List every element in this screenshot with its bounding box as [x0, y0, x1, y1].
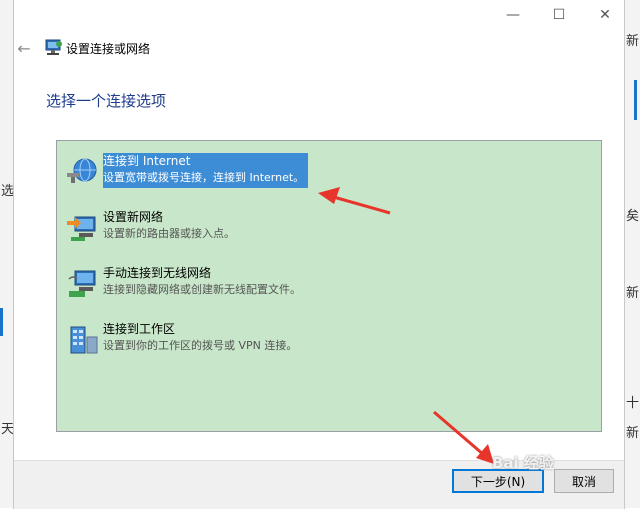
option-title: 连接到 Internet [103, 154, 191, 168]
option-text: 手动连接到无线网络 连接到隐藏网络或创建新无线配置文件。 [103, 265, 301, 298]
background-accent-bar [634, 80, 637, 120]
connection-options-list: 连接到 Internet 设置宽带或拨号连接，连接到 Internet。 设置新… [56, 140, 602, 432]
option-title: 设置新网络 [103, 210, 164, 224]
network-setup-icon [45, 39, 62, 55]
window-title: 设置连接或网络 [66, 42, 151, 56]
option-text: 设置新网络 设置新的路由器或接入点。 [103, 209, 235, 242]
router-setup-icon [67, 216, 96, 241]
workplace-building-icon [70, 326, 98, 354]
navigation-bar: ← 设置连接或网络 [14, 30, 624, 66]
option-description: 设置宽带或拨号连接，连接到 Internet。 [103, 171, 305, 184]
background-text: 十 [626, 396, 640, 411]
option-text: 连接到工作区 设置到你的工作区的拨号或 VPN 连接。 [103, 321, 297, 354]
option-description: 设置新的路由器或接入点。 [103, 227, 235, 240]
option-manual-wireless[interactable]: 手动连接到无线网络 连接到隐藏网络或创建新无线配置文件。 [61, 263, 581, 307]
watermark: Bai 经验 [492, 454, 554, 472]
background-text: 新 [626, 426, 640, 441]
page-heading: 选择一个连接选项 [46, 92, 167, 110]
back-arrow-icon[interactable]: ← [14, 38, 34, 58]
background-text: 选 [1, 184, 15, 199]
minimize-button[interactable]: — [490, 0, 536, 30]
option-description: 设置到你的工作区的拨号或 VPN 连接。 [103, 339, 298, 352]
background-selection-bar [0, 308, 3, 336]
maximize-button[interactable]: ☐ [536, 0, 582, 30]
wireless-computer-icon [68, 270, 96, 297]
option-title: 连接到工作区 [103, 322, 176, 336]
option-connect-workplace[interactable]: 连接到工作区 设置到你的工作区的拨号或 VPN 连接。 [61, 319, 581, 363]
background-text: 新 [626, 34, 640, 49]
background-text: 天 [1, 422, 15, 437]
background-text: 矣 [626, 209, 640, 224]
option-setup-new-network[interactable]: 设置新网络 设置新的路由器或接入点。 [61, 207, 581, 251]
globe-network-icon [67, 158, 97, 183]
option-connect-internet[interactable]: 连接到 Internet 设置宽带或拨号连接，连接到 Internet。 [61, 151, 581, 195]
title-bar: — ☐ ✕ [14, 0, 624, 30]
close-button[interactable]: ✕ [582, 0, 628, 30]
option-text: 连接到 Internet 设置宽带或拨号连接，连接到 Internet。 [103, 153, 309, 188]
cancel-button[interactable]: 取消 [554, 469, 614, 493]
setup-connection-dialog: — ☐ ✕ ← 设置连接或网络 选择一个连接选项 连接到 Internet 设置… [14, 0, 624, 509]
background-window-right: 新 矣 新 十 新 [624, 0, 640, 508]
option-title: 手动连接到无线网络 [103, 266, 212, 280]
background-text: 新 [626, 286, 640, 301]
background-window-left: 选 天 [0, 0, 14, 508]
option-description: 连接到隐藏网络或创建新无线配置文件。 [103, 283, 301, 296]
